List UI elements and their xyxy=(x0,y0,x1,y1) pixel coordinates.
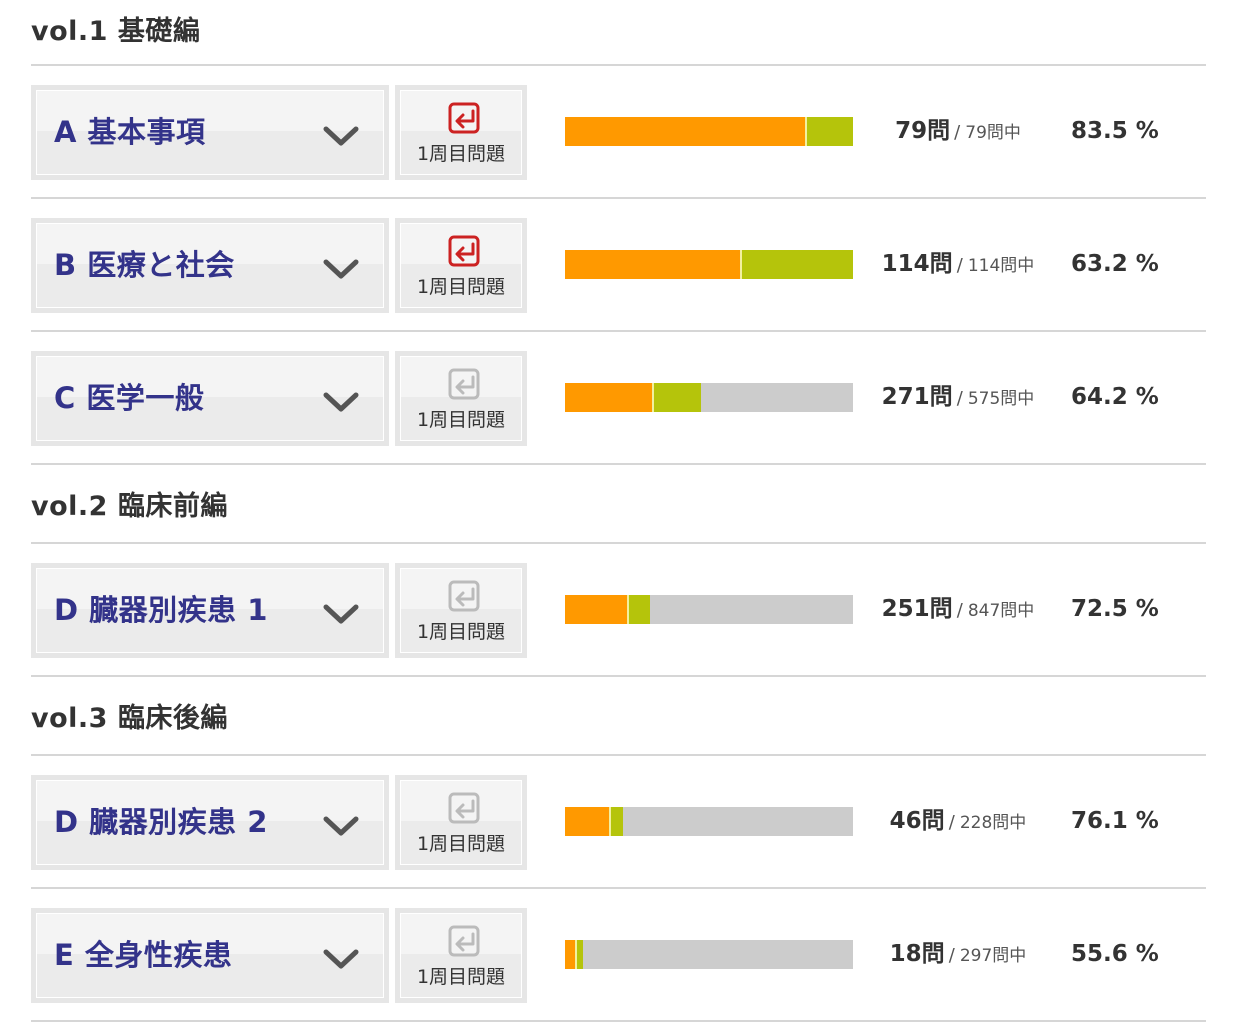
count-separator: / xyxy=(956,255,963,276)
progress-bar xyxy=(565,940,853,969)
category-label: D 臓器別疾患 1 xyxy=(54,593,268,627)
round-label: 1周目問題 xyxy=(416,143,506,165)
progress-segment-answered xyxy=(627,595,650,624)
total-count: 79問中 xyxy=(965,123,1021,143)
category-button[interactable]: B 医療と社会 xyxy=(31,218,389,313)
category-label: C 医学一般 xyxy=(54,381,205,415)
accuracy-percent: 83.5 % xyxy=(1071,118,1159,144)
progress-segment-correct xyxy=(565,807,609,836)
category-label: A 基本事項 xyxy=(54,115,206,149)
category-row: D 臓器別疾患 1 1周目問題 251問/ 847問中 72.5 % xyxy=(31,544,1206,677)
category-label: D 臓器別疾患 2 xyxy=(54,805,268,839)
progress-bar xyxy=(565,807,853,836)
return-arrow-icon xyxy=(448,792,480,824)
category-row: D 臓器別疾患 2 1周目問題 46問/ 228問中 76.1 % xyxy=(31,756,1206,889)
round-button[interactable]: 1周目問題 xyxy=(395,85,527,180)
total-count: 297問中 xyxy=(959,946,1027,966)
category-button[interactable]: D 臓器別疾患 1 xyxy=(31,563,389,658)
count-separator: / xyxy=(948,812,955,833)
answered-count: 271問 xyxy=(881,384,953,410)
volume-title: vol.3 臨床後編 xyxy=(31,677,1206,756)
accuracy-percent: 76.1 % xyxy=(1071,808,1159,834)
answered-count: 46問 xyxy=(889,808,945,834)
answer-count: 271問/ 575問中 xyxy=(863,332,1053,463)
round-label: 1周目問題 xyxy=(416,621,506,643)
category-button[interactable]: A 基本事項 xyxy=(31,85,389,180)
answered-count: 114問 xyxy=(881,251,953,277)
chevron-down-icon xyxy=(323,392,359,412)
total-count: 114問中 xyxy=(967,256,1035,276)
progress-segment-correct xyxy=(565,250,740,279)
round-button[interactable]: 1周目問題 xyxy=(395,218,527,313)
category-button[interactable]: C 医学一般 xyxy=(31,351,389,446)
category-row: B 医療と社会 1周目問題 114問/ 114問中 63.2 % xyxy=(31,199,1206,332)
accuracy-percent: 72.5 % xyxy=(1071,596,1159,622)
answer-count: 114問/ 114問中 xyxy=(863,199,1053,330)
answered-count: 18問 xyxy=(889,941,945,967)
answer-count: 18問/ 297問中 xyxy=(863,889,1053,1020)
round-button[interactable]: 1周目問題 xyxy=(395,563,527,658)
count-separator: / xyxy=(954,122,961,143)
return-arrow-icon xyxy=(448,235,480,267)
progress-bar xyxy=(565,250,853,279)
category-row: E 全身性疾患 1周目問題 18問/ 297問中 55.6 % xyxy=(31,889,1206,1022)
chevron-down-icon xyxy=(323,259,359,279)
total-count: 228問中 xyxy=(959,813,1027,833)
answered-count: 251問 xyxy=(881,596,953,622)
count-separator: / xyxy=(948,945,955,966)
count-separator: / xyxy=(956,600,963,621)
progress-segment-answered xyxy=(652,383,701,412)
return-arrow-icon xyxy=(448,925,480,957)
return-arrow-icon xyxy=(448,102,480,134)
volume-title: vol.1 基礎編 xyxy=(31,0,1206,66)
progress-segment-answered xyxy=(805,117,853,146)
progress-segment-answered xyxy=(575,940,583,969)
category-button[interactable]: D 臓器別疾患 2 xyxy=(31,775,389,870)
round-button[interactable]: 1周目問題 xyxy=(395,908,527,1003)
count-separator: / xyxy=(956,388,963,409)
chevron-down-icon xyxy=(323,604,359,624)
progress-segment-answered xyxy=(740,250,853,279)
return-arrow-icon xyxy=(448,580,480,612)
round-button[interactable]: 1周目問題 xyxy=(395,351,527,446)
category-row: A 基本事項 1周目問題 79問/ 79問中 83.5 % xyxy=(31,66,1206,199)
question-list: vol.1 基礎編 A 基本事項 1周目問題 79問 / 79問中 83.5 %… xyxy=(31,0,1206,1022)
total-count: 575問中 xyxy=(967,389,1035,409)
accuracy-percent: 63.2 % xyxy=(1071,251,1159,277)
round-button[interactable]: 1周目問題 xyxy=(395,775,527,870)
progress-segment-answered xyxy=(609,807,623,836)
accuracy-percent: 64.2 % xyxy=(1071,384,1159,410)
answer-count: 79問/ 79問中 xyxy=(863,66,1053,197)
category-row: C 医学一般 1周目問題 271問/ 575問中 64.2 % xyxy=(31,332,1206,465)
progress-bar xyxy=(565,595,853,624)
total-count: 847問中 xyxy=(967,601,1035,621)
progress-bar xyxy=(565,383,853,412)
progress-segment-correct xyxy=(565,117,805,146)
category-label: B 医療と社会 xyxy=(54,248,235,282)
accuracy-percent: 55.6 % xyxy=(1071,941,1159,967)
progress-segment-correct xyxy=(565,383,652,412)
progress-segment-correct xyxy=(565,940,575,969)
chevron-down-icon xyxy=(323,949,359,969)
round-label: 1周目問題 xyxy=(416,966,506,988)
chevron-down-icon xyxy=(323,126,359,146)
round-label: 1周目問題 xyxy=(416,833,506,855)
volume-title: vol.2 臨床前編 xyxy=(31,465,1206,544)
category-button[interactable]: E 全身性疾患 xyxy=(31,908,389,1003)
return-arrow-icon xyxy=(448,368,480,400)
round-label: 1周目問題 xyxy=(416,409,506,431)
chevron-down-icon xyxy=(323,816,359,836)
progress-bar xyxy=(565,117,853,146)
answer-count: 251問/ 847問中 xyxy=(863,544,1053,675)
round-label: 1周目問題 xyxy=(416,276,506,298)
category-label: E 全身性疾患 xyxy=(54,938,233,972)
progress-segment-correct xyxy=(565,595,627,624)
answer-count: 46問/ 228問中 xyxy=(863,756,1053,887)
answered-count: 79問 xyxy=(895,118,951,144)
